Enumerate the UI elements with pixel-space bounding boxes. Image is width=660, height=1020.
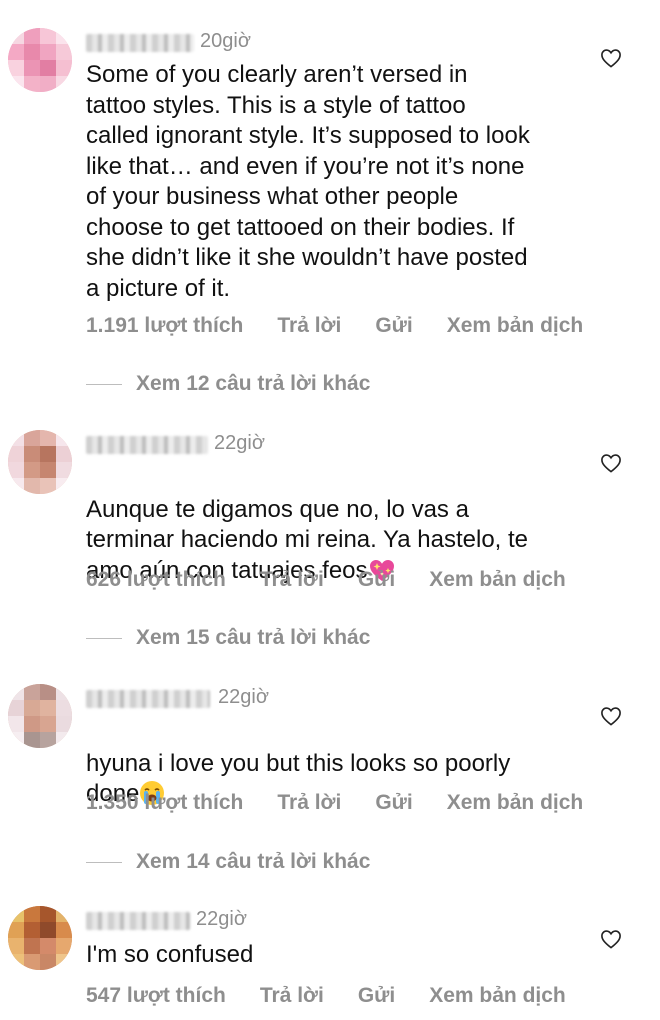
comment-actions: 547 lượt thích Trả lời Gửi Xem bản dịch xyxy=(86,984,600,1008)
likes-count[interactable]: 626 lượt thích xyxy=(86,568,226,592)
send-button[interactable]: Gửi xyxy=(358,984,395,1008)
view-more-replies[interactable]: Xem 14 câu trả lời khác xyxy=(86,850,370,874)
avatar[interactable] xyxy=(8,684,72,748)
heart-outline-icon[interactable] xyxy=(600,929,622,949)
view-more-replies[interactable]: Xem 12 câu trả lời khác xyxy=(86,372,370,396)
reply-button[interactable]: Trả lời xyxy=(277,314,341,338)
divider xyxy=(86,637,122,639)
divider xyxy=(86,861,122,863)
comment-text: Some of you clearly aren’t versed in tat… xyxy=(86,61,530,302)
avatar[interactable] xyxy=(8,430,72,494)
username-redacted[interactable] xyxy=(86,436,208,454)
likes-count[interactable]: 547 lượt thích xyxy=(86,984,226,1008)
translate-button[interactable]: Xem bản dịch xyxy=(429,568,566,592)
divider xyxy=(86,383,122,385)
translate-button[interactable]: Xem bản dịch xyxy=(447,314,584,338)
heart-outline-icon[interactable] xyxy=(600,706,622,726)
timestamp: 22giờ xyxy=(196,908,247,930)
heart-outline-icon[interactable] xyxy=(600,48,622,68)
send-button[interactable]: Gửi xyxy=(358,568,395,592)
username-redacted[interactable] xyxy=(86,912,190,930)
translate-button[interactable]: Xem bản dịch xyxy=(447,791,584,815)
timestamp: 22giờ xyxy=(214,432,265,454)
likes-count[interactable]: 1.350 lượt thích xyxy=(86,791,243,815)
username-redacted[interactable] xyxy=(86,690,210,708)
heart-outline-icon[interactable] xyxy=(600,453,622,473)
timestamp: 22giờ xyxy=(218,686,269,708)
avatar[interactable] xyxy=(8,28,72,92)
reply-button[interactable]: Trả lời xyxy=(260,984,324,1008)
likes-count[interactable]: 1.191 lượt thích xyxy=(86,314,243,338)
view-more-replies-label: Xem 15 câu trả lời khác xyxy=(136,626,371,649)
view-more-replies[interactable]: Xem 15 câu trả lời khác xyxy=(86,626,370,650)
view-more-replies-label: Xem 12 câu trả lời khác xyxy=(136,372,371,395)
username-redacted[interactable] xyxy=(86,34,194,52)
comment-actions: 626 lượt thích Trả lời Gửi Xem bản dịch xyxy=(86,568,600,592)
reply-button[interactable]: Trả lời xyxy=(260,568,324,592)
translate-button[interactable]: Xem bản dịch xyxy=(429,984,566,1008)
comment-1: 20giờ Some of you clearly aren’t versed … xyxy=(0,0,660,395)
avatar[interactable] xyxy=(8,906,72,970)
reply-button[interactable]: Trả lời xyxy=(277,791,341,815)
send-button[interactable]: Gửi xyxy=(375,314,412,338)
view-more-replies-label: Xem 14 câu trả lời khác xyxy=(136,850,371,873)
timestamp: 20giờ xyxy=(200,30,251,52)
comment-actions: 1.191 lượt thích Trả lời Gửi Xem bản dịc… xyxy=(86,314,617,338)
send-button[interactable]: Gửi xyxy=(375,791,412,815)
comment-text: I'm so confused xyxy=(86,941,254,968)
comment-actions: 1.350 lượt thích Trả lời Gửi Xem bản dịc… xyxy=(86,791,617,815)
